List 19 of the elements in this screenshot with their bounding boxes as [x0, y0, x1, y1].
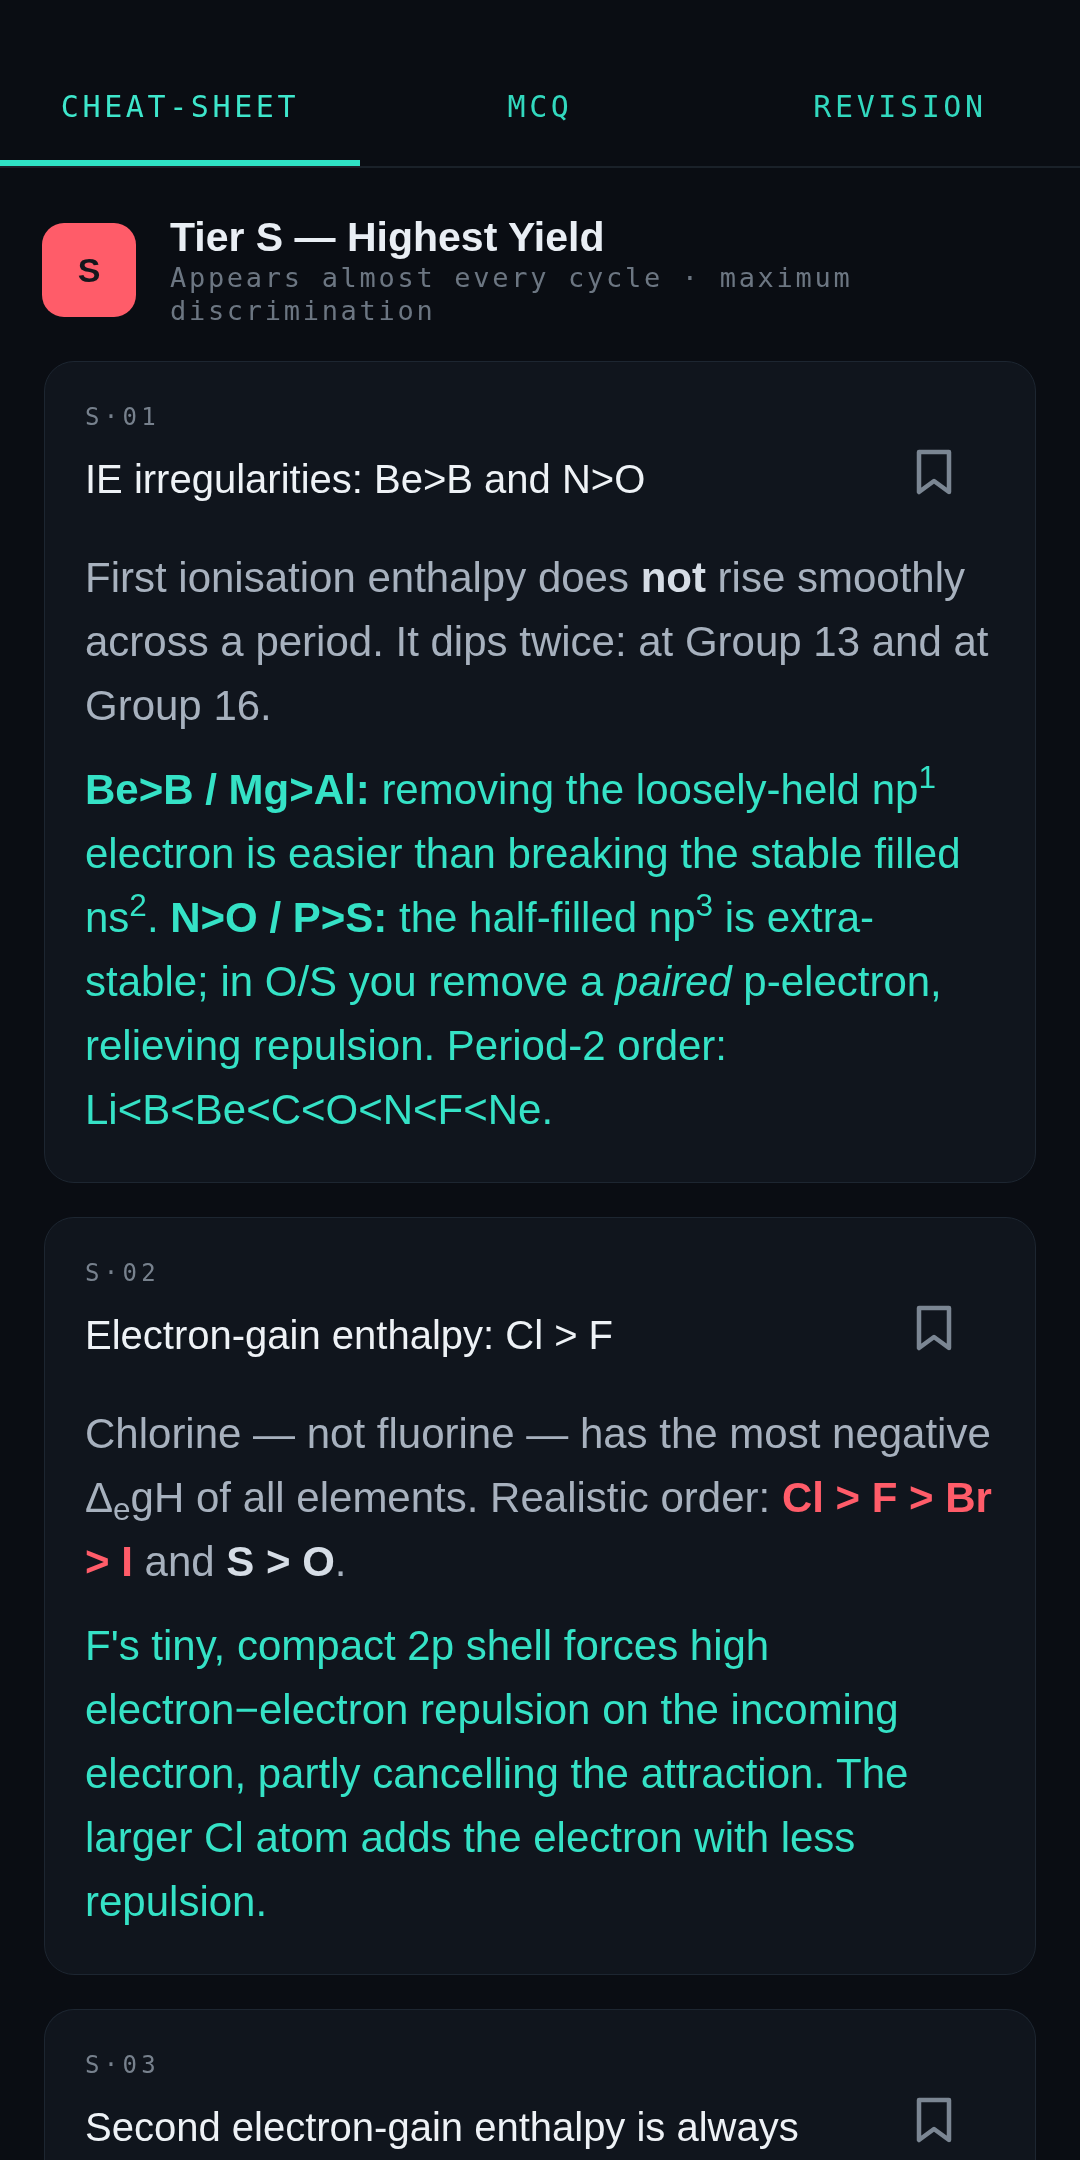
tier-subtitle: Appears almost every cycle · maximum discrimination	[170, 261, 854, 327]
explanation-text: Chlorine — not fluorine — has the most negative Δ$_{e}$gH of all elements. Realistic order: Cl > F > Br > I and S > O.	[85, 1409, 993, 1587]
topic-title: IE irregularities: Be>B and N>O	[85, 456, 647, 502]
tier-title: Tier S — Highest Yield	[170, 213, 606, 261]
bookmark-button[interactable]	[916, 449, 952, 495]
tab[interactable]: MCQ	[360, 40, 720, 166]
topic-title: Electron-gain enthalpy: Cl > F	[85, 1312, 615, 1358]
key-insight-text: F's tiny, compact 2p shell forces high electron−electron repulsion on the incoming electron, partly cancelling the attraction. The larger Cl atom adds the electron with less repulsion.	[85, 1621, 910, 1927]
bookmark-button[interactable]	[916, 1305, 952, 1351]
explanation-text: First ionisation enthalpy does not rise smoothly across a period. It dips twice: at Group 13 and at Group 16.	[85, 553, 990, 731]
key-insight-text: Be>B / Mg>Al: removing the loosely-held np$^{1}$ electron is easier than breaking the stable filled ns$^{2}$. N>O / P>S: the half-filled np$^{3}$ is extra-stable; in O/S you remove a paired p-electron, relieving repulsion. Period-2 order: Li<B<Be<C<O<N<F<Ne.	[85, 758, 962, 1135]
bookmark-button[interactable]	[916, 2097, 952, 2143]
tab[interactable]: CHEAT-SHEET	[0, 40, 360, 166]
topic-code: S·02	[85, 1259, 162, 1287]
topic-code: S·01	[85, 403, 162, 431]
topic-code: S·03	[85, 2051, 162, 2079]
tab[interactable]: REVISION	[720, 40, 1080, 166]
tier-badge: S	[42, 223, 136, 317]
topic-title: Second electron-gain enthalpy is always	[85, 2104, 800, 2150]
